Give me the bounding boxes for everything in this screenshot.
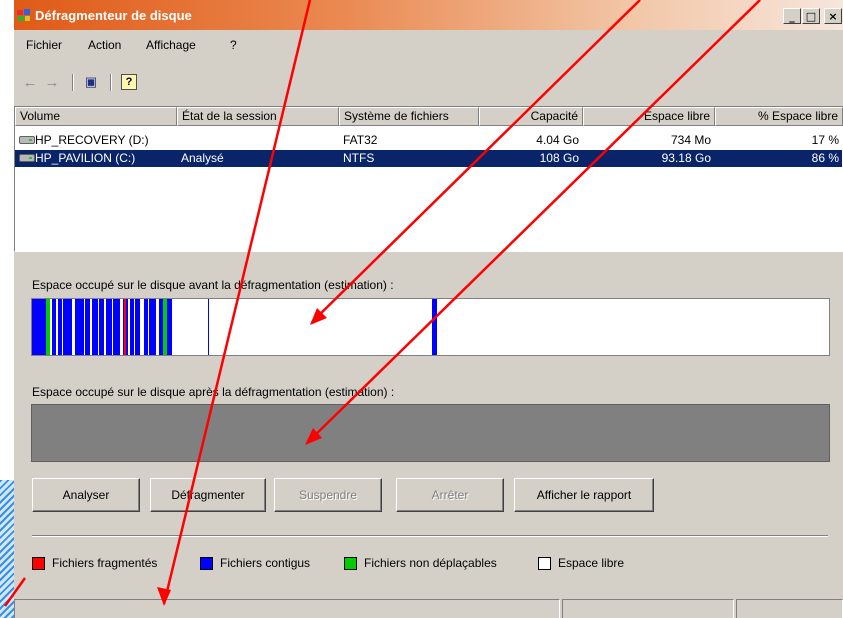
disk-cluster-block [120,299,123,355]
legend-contiguous: Fichiers contigus [220,556,311,570]
list-header: Volume État de la session Système de fic… [15,107,843,126]
status-panel [736,599,843,618]
cell-filesystem: FAT32 [343,133,378,147]
column-volume[interactable]: Volume [15,107,177,126]
properties-button[interactable]: ▣ [80,72,102,92]
cell-capacity: 4.04 Go [536,133,579,147]
back-button[interactable]: ← [20,72,40,92]
fragmentation-map [32,299,437,355]
disk-cluster-block [112,299,113,355]
column-free-space[interactable]: Espace libre [583,107,715,126]
column-filesystem[interactable]: Système de fichiers [339,107,479,126]
table-row[interactable]: HP_PAVILION (C:) Analysé NTFS 108 Go 93.… [15,150,842,167]
analyze-button[interactable]: Analyser [32,478,140,512]
maximize-button[interactable]: □ [802,8,820,24]
legend-swatch-contiguous [200,557,213,570]
toolbar: ← → ▣ ? [14,72,843,94]
stop-button[interactable]: Arrêter [396,478,504,512]
menu-help[interactable]: ? [230,38,237,52]
title-bar[interactable]: Défragmenteur de disque _ □ × [14,0,843,30]
separator [32,535,828,537]
menu-fichier[interactable]: Fichier [26,38,62,52]
disk-cluster-block [62,299,63,355]
disk-cluster-block [148,299,149,355]
volume-list[interactable]: Volume État de la session Système de fic… [14,106,843,252]
legend-unmovable: Fichiers non déplaçables [364,556,497,570]
cell-capacity: 108 Go [539,151,579,165]
disk-cluster-block [72,299,75,355]
disk-map-before [31,298,830,356]
disk-cluster-block [156,299,159,355]
legend-swatch-fragmented [32,557,45,570]
hard-drive-icon [19,136,35,144]
cell-free-space: 93.18 Go [661,151,711,165]
forward-button[interactable]: → [42,72,62,92]
status-panel-main [14,599,560,618]
menu-action[interactable]: Action [88,38,121,52]
window-title: Défragmenteur de disque [35,8,192,23]
cell-volume: HP_PAVILION (C:) [35,151,136,165]
minimize-button[interactable]: _ [783,8,801,24]
disk-cluster-block [128,299,130,355]
properties-icon: ▣ [84,74,98,89]
column-state[interactable]: État de la session [177,107,339,126]
table-row[interactable]: HP_RECOVERY (D:) FAT32 4.04 Go 734 Mo 17… [15,132,842,149]
maximize-icon: □ [805,9,817,23]
disk-cluster-block [134,299,135,355]
disk-cluster-block [104,299,106,355]
disk-cluster-block [90,299,92,355]
disk-cluster-block [208,299,209,355]
cell-volume: HP_RECOVERY (D:) [35,133,149,147]
toolbar-separator [110,74,112,91]
label-after-defrag: Espace occupé sur le disque après la déf… [32,385,395,399]
menu-affichage[interactable]: Affichage [146,38,196,52]
disk-cluster-block [140,299,144,355]
hard-drive-icon [19,154,35,162]
status-panel [562,599,734,618]
help-button[interactable]: ? [118,72,140,92]
view-report-button[interactable]: Afficher le rapport [514,478,654,512]
legend-fragmented: Fichiers fragmentés [52,556,158,570]
toolbar-separator [72,74,74,91]
pause-button[interactable]: Suspendre [274,478,382,512]
minimize-icon: _ [789,9,795,23]
disk-cluster-block [84,299,85,355]
cell-free-percent: 86 % [811,151,839,165]
disk-cluster-block [46,299,50,355]
close-button[interactable]: × [824,8,842,24]
legend-swatch-unmovable [344,557,357,570]
label-before-defrag: Espace occupé sur le disque avant la déf… [32,278,394,292]
disk-cluster-block [124,299,126,355]
legend-free: Espace libre [558,556,625,570]
disk-cluster-block [50,299,52,355]
back-arrow-icon: ← [22,73,38,91]
defrag-app-icon [17,9,30,21]
column-capacity[interactable]: Capacité [479,107,583,126]
legend-swatch-free [538,557,551,570]
cell-free-space: 734 Mo [670,133,711,147]
status-bar [14,597,843,618]
close-icon: × [828,9,838,23]
background-desktop [0,480,14,618]
cell-filesystem: NTFS [343,151,375,165]
disk-cluster-block [32,299,172,355]
disk-cluster-block [432,299,437,355]
defrag-window: Défragmenteur de disque _ □ × Fichier Ac… [14,0,843,618]
column-free-percent[interactable]: % Espace libre [715,107,843,126]
disk-cluster-block [163,299,167,355]
cell-free-percent: 17 % [811,133,839,147]
disk-cluster-block [98,299,99,355]
forward-arrow-icon: → [44,73,60,91]
disk-map-after [31,404,830,462]
defragment-button[interactable]: Défragmenter [150,478,266,512]
help-icon: ? [121,74,137,90]
cell-state: Analysé [181,151,224,165]
disk-cluster-block [56,299,58,355]
